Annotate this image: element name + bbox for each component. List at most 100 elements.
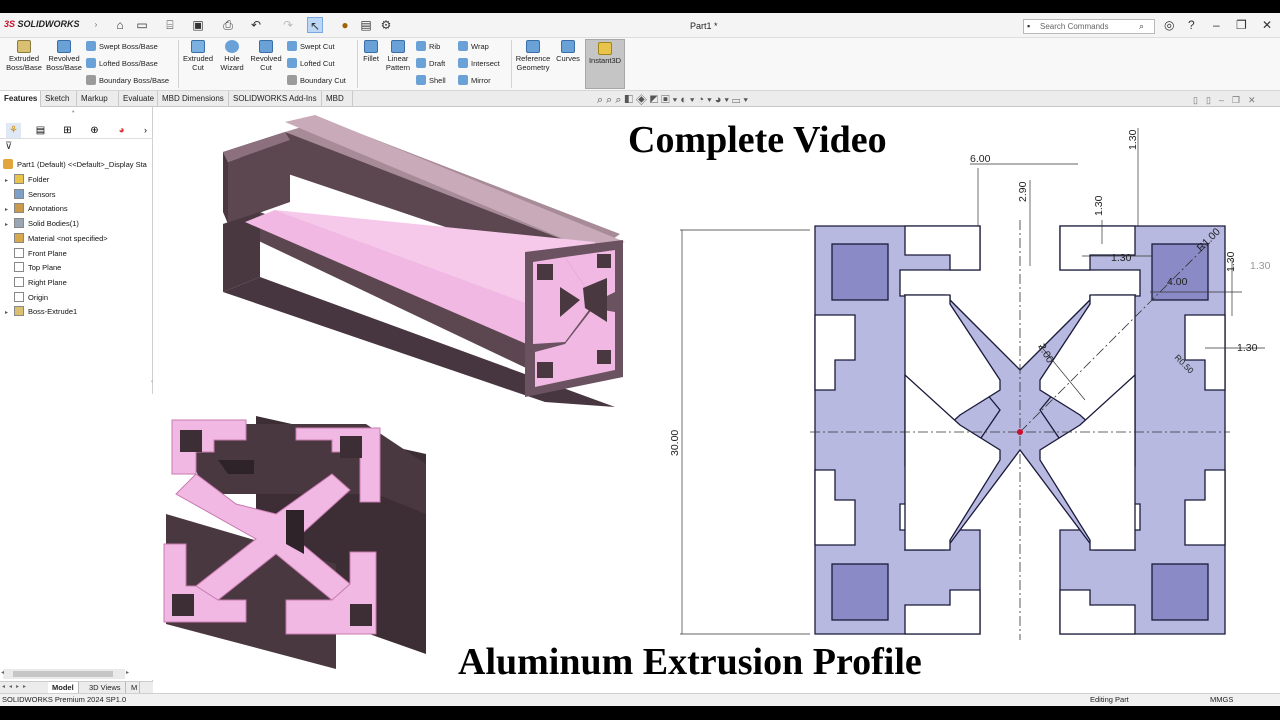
lofted-boss-button[interactable]: Lofted Boss/Base xyxy=(86,58,158,72)
expand-arrow-icon[interactable]: ▸ xyxy=(5,174,14,188)
extruded-boss-button[interactable]: Extruded Boss/Base xyxy=(6,40,42,72)
tree-item-boss-extrude1[interactable]: ▸ Boss-Extrude1 xyxy=(5,305,77,319)
headline-bottom: Aluminum Extrusion Profile xyxy=(458,641,922,683)
property-manager-tab-icon[interactable]: ▤ xyxy=(33,123,48,138)
tree-item-folder[interactable]: ▸ Folder xyxy=(5,173,49,187)
redo-icon[interactable]: ↷ xyxy=(280,17,296,33)
configuration-manager-tab-icon[interactable]: ⊞ xyxy=(60,123,75,138)
revolved-boss-button[interactable]: Revolved Boss/Base xyxy=(46,40,82,72)
horizontal-scrollbar[interactable] xyxy=(3,669,125,679)
tab-mbd[interactable]: MBD xyxy=(322,91,353,107)
tab-sketch[interactable]: Sketch xyxy=(41,91,77,107)
tree-item-front-plane[interactable]: Front Plane xyxy=(5,247,67,261)
tree-item-label: Right Plane xyxy=(28,277,67,287)
folder-icon xyxy=(14,174,24,184)
search-commands-field[interactable]: ▪ Search Commands ⌕ xyxy=(1023,19,1155,34)
linear-pattern-button[interactable]: Linear Pattern xyxy=(383,40,413,72)
status-bar: SOLIDWORKS Premium 2024 SP1.0 Editing Pa… xyxy=(0,693,1280,706)
extrusion-isometric-view xyxy=(223,115,625,407)
tab-solidworks-add-ins[interactable]: SOLIDWORKS Add-Ins xyxy=(229,91,322,107)
feature-manager-tab-icon[interactable]: ⚘ xyxy=(6,123,21,138)
help-icon[interactable]: ? xyxy=(1188,18,1195,32)
mirror-button[interactable]: Mirror xyxy=(458,75,491,89)
revolved-cut-button[interactable]: Revolved Cut xyxy=(248,40,284,72)
new-document-icon[interactable]: ▭ xyxy=(134,17,150,33)
tree-item-sensors[interactable]: Sensors xyxy=(5,188,56,202)
fillet-button[interactable]: Fillet xyxy=(359,40,383,63)
tree-item-top-plane[interactable]: Top Plane xyxy=(5,261,61,275)
intersect-button[interactable]: Intersect xyxy=(458,58,500,72)
select-arrow-icon[interactable]: ↖ xyxy=(307,17,323,33)
tree-item-annotations[interactable]: ▸ Annotations xyxy=(5,202,68,216)
revolve-cut-icon xyxy=(259,40,273,53)
scroll-left-icon[interactable]: ◂ xyxy=(1,669,4,676)
filter-icon[interactable]: ⊽ xyxy=(5,141,12,152)
tree-item-right-plane[interactable]: Right Plane xyxy=(5,276,67,290)
origin-icon xyxy=(14,291,24,302)
tab-nav-arrows-icon[interactable]: ◂◂▸▸ xyxy=(2,683,30,690)
home-icon[interactable]: ⌂ xyxy=(112,17,128,33)
expand-arrow-icon[interactable]: ▸ xyxy=(5,218,14,232)
tree-root-part[interactable]: Part1 (Default) <<Default>_Display Sta xyxy=(3,158,147,172)
reference-geometry-icon xyxy=(526,40,540,53)
traffic-light-icon[interactable]: ● xyxy=(337,17,353,33)
isometric-extrusion-model xyxy=(223,115,625,407)
restore-icon[interactable]: ❐ xyxy=(1236,18,1247,32)
hole-wizard-button[interactable]: Hole Wizard xyxy=(216,40,248,72)
instant3d-icon xyxy=(598,42,612,55)
dimxpert-tab-icon[interactable]: ⊕ xyxy=(87,123,102,138)
display-manager-tab-icon[interactable]: ◕ xyxy=(114,123,129,138)
options-gear-icon[interactable]: ⚙ xyxy=(378,17,394,33)
dim-290: 2.90 xyxy=(1017,181,1029,202)
tree-item-material-not-specified[interactable]: Material <not specified> xyxy=(5,232,108,246)
close-icon[interactable]: ✕ xyxy=(1262,18,1272,32)
draft-button[interactable]: Draft xyxy=(416,58,445,72)
save-icon[interactable]: ▣ xyxy=(190,17,206,33)
panel-grip-icon[interactable]: • xyxy=(72,109,74,116)
extrusion-perspective-view xyxy=(136,394,454,680)
file-properties-icon[interactable]: ▤ xyxy=(358,17,374,33)
tab-markup[interactable]: Markup xyxy=(77,91,119,107)
shell-button[interactable]: Shell xyxy=(416,75,446,89)
viewport-window-controls[interactable]: ▯▯–❐✕ xyxy=(1193,95,1264,106)
tree-item-origin[interactable]: Origin xyxy=(5,291,48,305)
print-icon[interactable]: ⎙ xyxy=(220,17,236,33)
swept-boss-button[interactable]: Swept Boss/Base xyxy=(86,41,158,55)
scroll-right-icon[interactable]: ▸ xyxy=(126,669,129,676)
user-account-icon[interactable]: ◎ xyxy=(1164,18,1174,32)
dim-130-far: 1.30 xyxy=(1250,260,1271,272)
boundary-cut-button[interactable]: Boundary Cut xyxy=(287,75,346,89)
minimize-icon[interactable]: – xyxy=(1213,18,1220,32)
expand-arrow-icon[interactable]: ▸ xyxy=(5,306,14,320)
tab-features[interactable]: Features xyxy=(0,91,41,107)
lofted-cut-button[interactable]: Lofted Cut xyxy=(287,58,335,72)
status-units[interactable]: MMGS xyxy=(1210,694,1233,706)
heads-up-view-toolbar[interactable]: ⌕⌕⌕◧◈◩▣▾◐▾◔▾◕▾▭▾ xyxy=(597,94,751,107)
tab-mbd-dimensions[interactable]: MBD Dimensions xyxy=(158,91,229,107)
tab-evaluate[interactable]: Evaluate xyxy=(119,91,158,107)
undo-icon[interactable]: ↶ xyxy=(248,17,264,33)
panel-more-icon[interactable]: › xyxy=(138,123,153,138)
profile-sketch-drawing: 6.00 2.90 1.30 1.30 1.30 1.30 1.30 1.30 … xyxy=(669,128,1271,640)
open-folder-icon[interactable]: ⌸ xyxy=(162,17,178,33)
swept-cut-icon xyxy=(287,41,297,51)
panel-collapse-icon[interactable]: ‹ xyxy=(151,379,153,385)
extruded-cut-button[interactable]: Extruded Cut xyxy=(180,40,216,72)
instant3d-button[interactable]: Instant3D xyxy=(585,39,625,89)
expand-arrow-icon[interactable]: ▸ xyxy=(5,203,14,217)
search-scope-icon[interactable]: ▪ xyxy=(1027,20,1030,33)
rib-icon xyxy=(416,41,426,51)
solid-bodies-icon xyxy=(14,218,24,229)
curves-button[interactable]: Curves xyxy=(555,40,581,63)
swept-cut-button[interactable]: Swept Cut xyxy=(287,41,335,55)
swept-boss-icon xyxy=(86,41,96,51)
wrap-button[interactable]: Wrap xyxy=(458,41,489,55)
reference-geometry-button[interactable]: Reference Geometry xyxy=(513,40,553,72)
search-icon[interactable]: ⌕ xyxy=(1139,20,1144,33)
tree-item-solid-bodies-1[interactable]: ▸ Solid Bodies(1) xyxy=(5,217,79,231)
linear-pattern-icon xyxy=(391,40,405,53)
rib-button[interactable]: Rib xyxy=(416,41,440,55)
plane-icon xyxy=(14,262,24,273)
boundary-boss-button[interactable]: Boundary Boss/Base xyxy=(86,75,169,89)
menu-expand-icon[interactable]: › xyxy=(88,17,104,33)
